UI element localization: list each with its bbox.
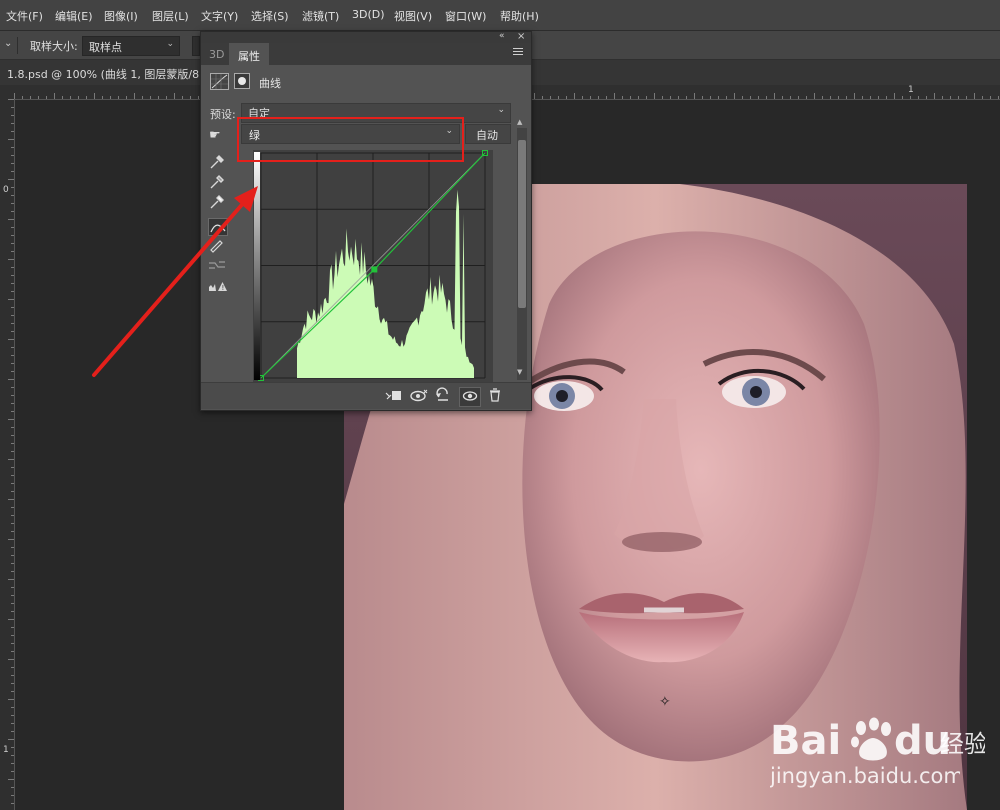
collapse-panel-icon[interactable]: « [499,31,505,41]
panel-title-strip: « × [201,31,531,43]
crosshair-cursor-icon: ✧ [659,694,671,710]
tool-preset-chevron-icon[interactable]: ⌄ [4,38,12,49]
svg-text:!: ! [222,284,225,292]
adjustment-title: 曲线 [259,77,281,90]
menu-3d[interactable]: 3D(D) [352,8,385,21]
scroll-down-icon[interactable]: ▼ [517,368,522,376]
paw-icon [851,717,891,761]
curves-chart [253,150,493,382]
menu-help[interactable]: 帮助(H) [500,8,539,24]
trash-icon[interactable] [485,387,505,405]
hand-icon[interactable]: ☛ [209,128,221,143]
curve-edit-icon[interactable] [208,218,228,236]
close-icon[interactable]: × [517,31,525,42]
tab-properties-label: 属性 [238,50,260,63]
menu-edit[interactable]: 编辑(E) [55,8,93,24]
chevron-down-icon: ⌄ [497,105,505,115]
scrollbar-thumb[interactable] [518,140,526,308]
menu-filter[interactable]: 滤镜(T) [302,8,339,24]
watermark-brand-cn: 经验 [940,730,985,758]
layer-mask-icon[interactable] [234,73,250,89]
smooth-icon[interactable] [208,257,226,273]
visibility-icon[interactable] [459,387,481,407]
menu-view[interactable]: 视图(V) [394,8,432,24]
panel-footer [201,382,531,409]
curves-graph[interactable] [253,150,493,382]
sample-size-label: 取样大小: [30,40,78,53]
menu-window[interactable]: 窗口(W) [445,8,486,24]
properties-panel: « × 3D 属性 曲线 预设: 自定 ⌄ ☛ 绿 ⌄ 自动 ! ▲ ▼ [200,31,532,411]
auto-button[interactable]: 自动 [465,124,511,144]
options-control[interactable] [192,36,200,56]
menu-type[interactable]: 文字(Y) [201,8,238,24]
menu-layer[interactable]: 图层(L) [152,8,189,24]
tab-3d[interactable]: 3D [201,43,229,65]
ruler-left-label-0: 0 [3,185,9,195]
watermark-logo: Bai du 经验 [770,712,988,769]
menu-file[interactable]: 文件(F) [6,8,43,24]
sample-size-dropdown[interactable]: 取样点 ⌄ [82,36,180,56]
clip-to-layer-icon[interactable] [383,387,403,405]
watermark-url-text: jingyan.baidu.com [770,764,960,788]
options-divider [17,37,18,54]
curves-adjustment-icon[interactable] [210,73,229,90]
ruler-left: 0 1 [0,99,15,810]
highlight-box [237,117,464,162]
menu-select[interactable]: 选择(S) [251,8,289,24]
scroll-up-icon[interactable]: ▲ [517,118,522,126]
chevron-down-icon: ⌄ [166,39,174,49]
tab-properties[interactable]: 属性 [229,43,269,65]
watermark-brand-bai: Bai [770,718,841,764]
preset-label: 预设: [210,108,236,121]
panel-tab-bar: 3D 属性 [201,43,531,65]
sample-size-value: 取样点 [89,41,122,54]
auto-button-label: 自动 [476,129,498,142]
ruler-left-label-1: 1 [3,745,9,755]
menu-bar: 文件(F) 编辑(E) 图像(I) 图层(L) 文字(Y) 选择(S) 滤镜(T… [0,0,1000,31]
eyedropper-gray-icon[interactable] [208,174,226,190]
menu-image[interactable]: 图像(I) [104,8,138,24]
ruler-top-label: 1 [908,85,914,95]
tab-3d-label: 3D [209,48,225,61]
watermark-url: jingyan.baidu.com [769,764,964,793]
view-previous-icon[interactable] [409,387,429,405]
clipping-warning-icon[interactable]: ! [208,278,227,294]
reset-icon[interactable] [433,387,453,405]
eyedropper-white-icon[interactable] [208,194,226,210]
pencil-icon[interactable] [208,237,226,253]
input-gradient-bar [254,152,260,380]
panel-menu-icon[interactable] [513,48,523,57]
eyedropper-black-icon[interactable] [208,154,226,170]
document-tab[interactable]: 1.8.psd @ 100% (曲线 1, 图层蒙版/8) * [7,66,212,82]
panel-scrollbar[interactable] [517,128,527,380]
curve-point[interactable] [371,266,378,273]
